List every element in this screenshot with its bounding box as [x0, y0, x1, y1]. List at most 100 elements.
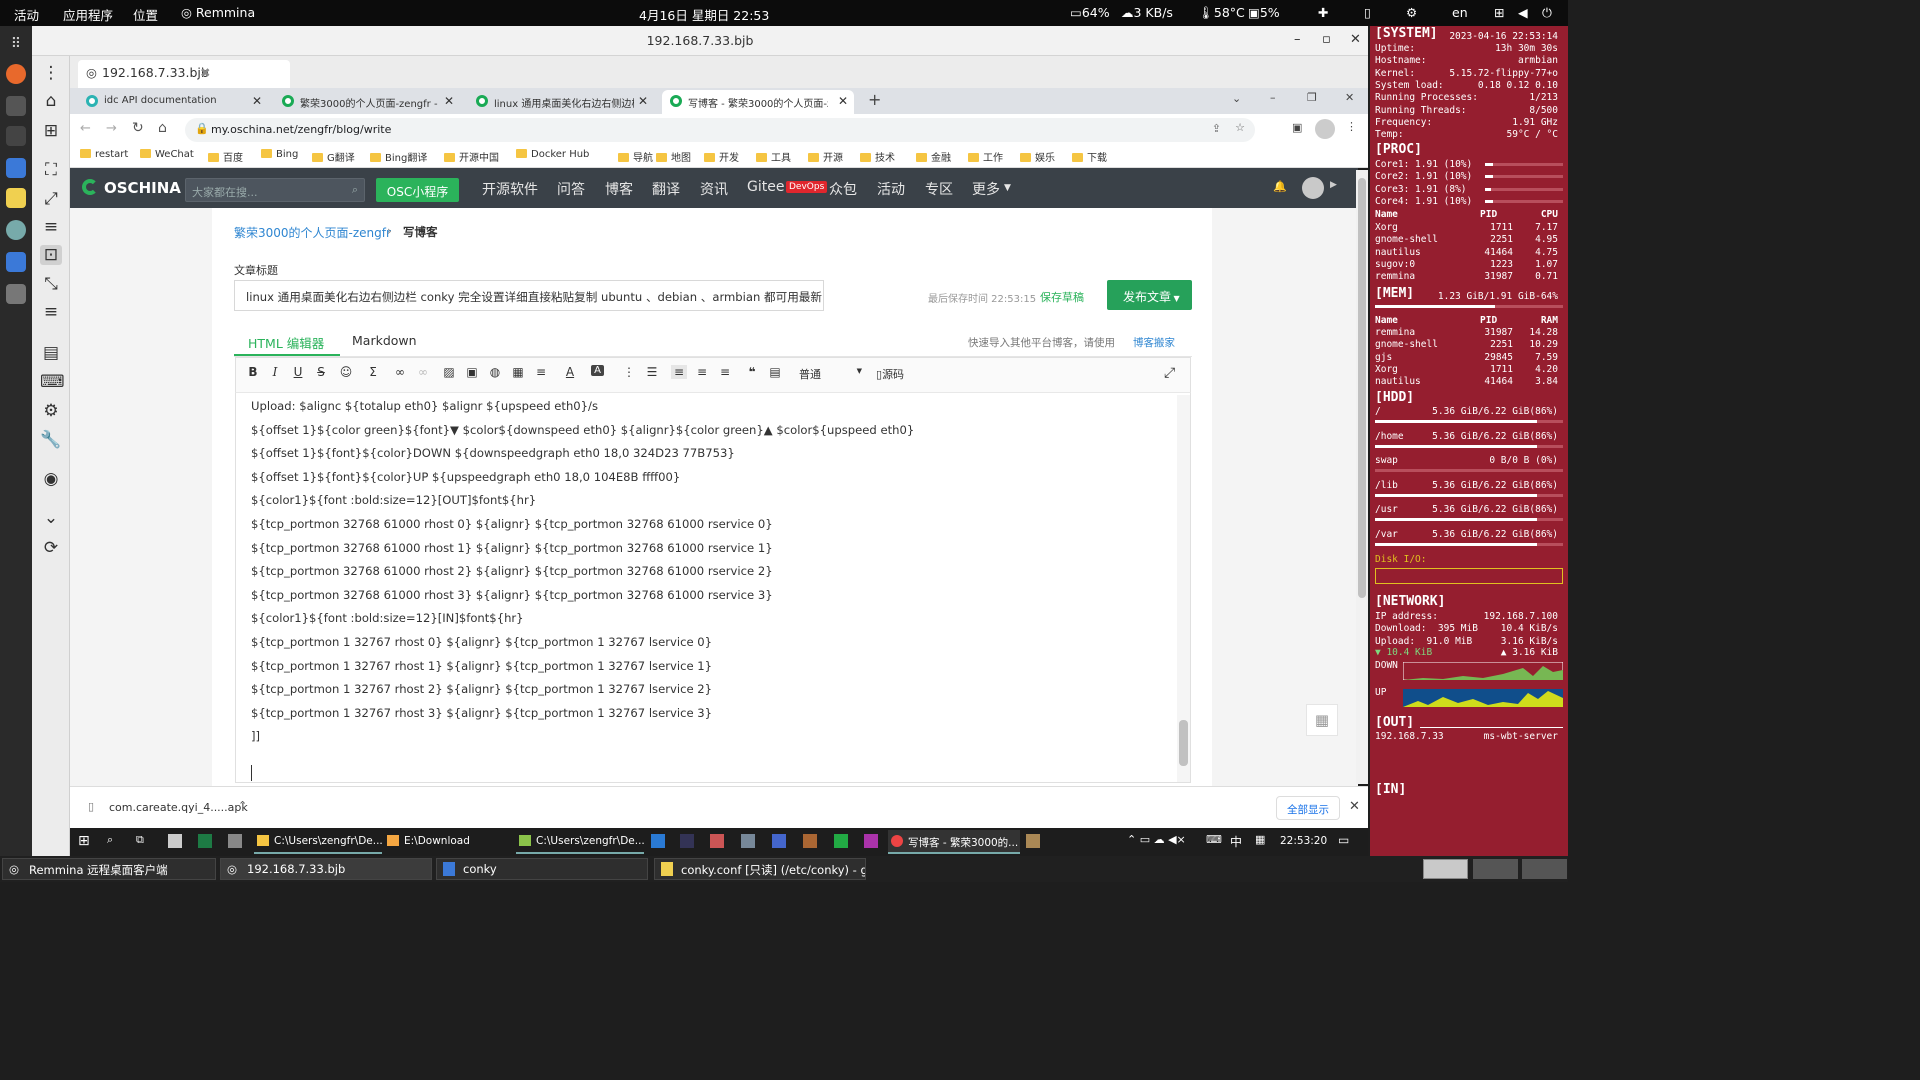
bookmark-item[interactable]: Bing	[261, 149, 298, 160]
menu-icon[interactable]: ⋮	[40, 63, 62, 83]
toolbar-menu-icon[interactable]: ≡	[40, 302, 62, 322]
preferences-icon[interactable]: ⚙	[40, 401, 62, 421]
bookmark-item[interactable]: 导航	[618, 149, 653, 164]
fullscreen-icon[interactable]: ⤢	[40, 189, 62, 209]
bell-icon[interactable]: 🔔	[1273, 180, 1287, 193]
horizontal-rule-icon[interactable]: ≡	[533, 365, 549, 379]
keyboard-icon[interactable]: ⌨	[40, 372, 65, 392]
resize-icon[interactable]: ⤡	[40, 274, 62, 294]
background-color-icon[interactable]: A	[591, 365, 604, 376]
italic-icon[interactable]: I	[267, 365, 283, 379]
screenshot-icon[interactable]: ◉	[40, 469, 62, 489]
quote-icon[interactable]: ❝	[744, 365, 760, 379]
task-view-icon[interactable]: ⧉	[136, 833, 144, 847]
breadcrumb-link[interactable]: 繁荣3000的个人页面-zengfr	[234, 224, 391, 241]
places-menu[interactable]: 位置	[133, 5, 158, 24]
download-item[interactable]: com.careate.qyi_4.....apk	[109, 801, 248, 814]
extension-icon[interactable]: ✚	[1318, 5, 1328, 20]
clock[interactable]: 4月16日 星期日 22:53	[639, 5, 769, 24]
taskbar-window-gedit[interactable]: conky.conf [只读] (/etc/conky) - ge...	[654, 858, 866, 880]
profile-avatar[interactable]	[1315, 119, 1335, 139]
remmina-app-menu[interactable]: ◎ Remmina	[181, 5, 255, 20]
tab-close-icon[interactable]: ✕	[838, 94, 848, 108]
network-icon[interactable]: ⊞	[1494, 5, 1504, 20]
vscode-icon[interactable]	[651, 834, 665, 848]
bookmark-item[interactable]: 下载	[1072, 149, 1107, 164]
firefox-icon[interactable]	[6, 64, 26, 84]
maximize-button[interactable]: ▫	[1322, 32, 1331, 47]
nav-item[interactable]: 活动	[877, 179, 905, 199]
import-link[interactable]: 博客搬家	[1133, 335, 1175, 350]
tab-markdown[interactable]: Markdown	[352, 333, 417, 348]
tab-close-icon[interactable]: ✕	[638, 94, 648, 108]
user-avatar[interactable]	[1302, 177, 1324, 199]
scale-icon[interactable]: ≡	[40, 217, 62, 237]
article-title-input[interactable]: linux 通用桌面美化右边右侧边栏 conky 完全设置详细直接粘贴复制 ub…	[234, 280, 824, 311]
terminal-icon[interactable]	[6, 126, 26, 146]
close-tab-icon[interactable]: ✖	[200, 65, 210, 80]
bookmark-item[interactable]: restart	[80, 149, 128, 160]
dynamic-resize-icon[interactable]: ⊡	[40, 245, 62, 265]
underline-icon[interactable]: U	[290, 365, 306, 379]
chrome-close-button[interactable]: ✕	[1345, 91, 1354, 104]
bold-icon[interactable]: B	[245, 365, 261, 379]
tab-close-icon[interactable]: ✕	[444, 94, 454, 108]
workspace-3[interactable]	[1522, 859, 1567, 879]
connection-tab[interactable]: ◎ 192.168.7.33.bjb ✖	[78, 60, 290, 88]
strikethrough-icon[interactable]: S	[313, 365, 329, 379]
tab-search-icon[interactable]: ⌄	[1232, 92, 1241, 105]
back-icon[interactable]: ←	[80, 121, 91, 136]
chrome-menu-icon[interactable]: ⋮	[1346, 120, 1357, 133]
bookmark-item[interactable]: 开源中国	[444, 149, 499, 164]
nav-item[interactable]: 专区	[925, 179, 953, 199]
volume-icon[interactable]: ◀	[1518, 5, 1528, 20]
source-button[interactable]: ▯源码	[876, 366, 904, 382]
bookmark-item[interactable]: 金融	[916, 149, 951, 164]
taskbar-window-remmina[interactable]: ◎ Remmina 远程桌面客户端	[2, 858, 216, 880]
browser-tab[interactable]: linux 通用桌面美化右边右侧边栏 ✕	[468, 90, 654, 114]
bookmark-item[interactable]: 百度	[208, 149, 243, 164]
applications-menu[interactable]: 应用程序	[63, 5, 113, 24]
fullscreen-editor-icon[interactable]: ⤢	[1164, 365, 1175, 381]
minimize-icon[interactable]: ⌄	[40, 508, 62, 528]
taskbar-window-conky[interactable]: conky	[436, 858, 648, 880]
remmina-dock-icon[interactable]	[6, 220, 26, 240]
editor-scrollbar[interactable]	[1177, 395, 1190, 782]
table-icon[interactable]: ▦	[510, 365, 526, 379]
notification-icon[interactable]: ▭	[1338, 833, 1349, 847]
address-bar[interactable]: 🔒 my.oschina.net/zengfr/blog/write ⇪ ☆	[185, 118, 1255, 142]
bookmark-item[interactable]: 开源	[808, 149, 843, 164]
bookmark-item[interactable]: 工作	[968, 149, 1003, 164]
close-button[interactable]: ✕	[1350, 32, 1361, 47]
forward-icon[interactable]: →	[106, 121, 117, 136]
power-icon[interactable]: ⏻	[1542, 5, 1552, 21]
bookmark-item[interactable]: 工具	[756, 149, 791, 164]
search-taskbar-icon[interactable]: ⌕	[107, 833, 113, 847]
app-icon[interactable]	[1026, 834, 1040, 848]
phone-icon[interactable]	[6, 158, 26, 178]
nav-item[interactable]: 众包	[829, 179, 857, 199]
disconnect-icon[interactable]: ⟳	[40, 538, 62, 558]
mini-program-button[interactable]: OSC小程序	[376, 178, 459, 202]
app-icon[interactable]	[772, 834, 786, 848]
nav-item-more[interactable]: 更多	[972, 179, 1000, 199]
text-editor-icon[interactable]	[6, 188, 26, 208]
bookmark-item[interactable]: WeChat	[140, 149, 194, 160]
app-grid-icon[interactable]: ⠿	[6, 36, 26, 56]
minimize-button[interactable]: –	[1294, 32, 1301, 47]
calculator-icon[interactable]	[228, 834, 242, 848]
gear-icon[interactable]: ⚙	[1406, 5, 1417, 20]
home-icon[interactable]: ⌂	[40, 91, 62, 111]
fit-window-icon[interactable]: ⛶	[40, 160, 62, 180]
tab-html-editor[interactable]: HTML 编辑器	[248, 333, 324, 352]
taskbar-clock[interactable]: 22:53:20	[1280, 835, 1327, 847]
formula-icon[interactable]: Σ	[365, 365, 381, 379]
paragraph-format-select[interactable]: 普通 ▼	[796, 364, 866, 384]
bookmark-item[interactable]: Docker Hub	[516, 149, 589, 160]
tab-close-icon[interactable]: ✕	[252, 94, 262, 108]
chrome-minimize-button[interactable]: –	[1270, 91, 1276, 104]
bookmark-item[interactable]: G翻译	[312, 149, 355, 164]
reload-icon[interactable]: ↻	[132, 120, 144, 136]
app-icon[interactable]	[741, 834, 755, 848]
unordered-list-icon[interactable]: ☰	[644, 365, 660, 379]
